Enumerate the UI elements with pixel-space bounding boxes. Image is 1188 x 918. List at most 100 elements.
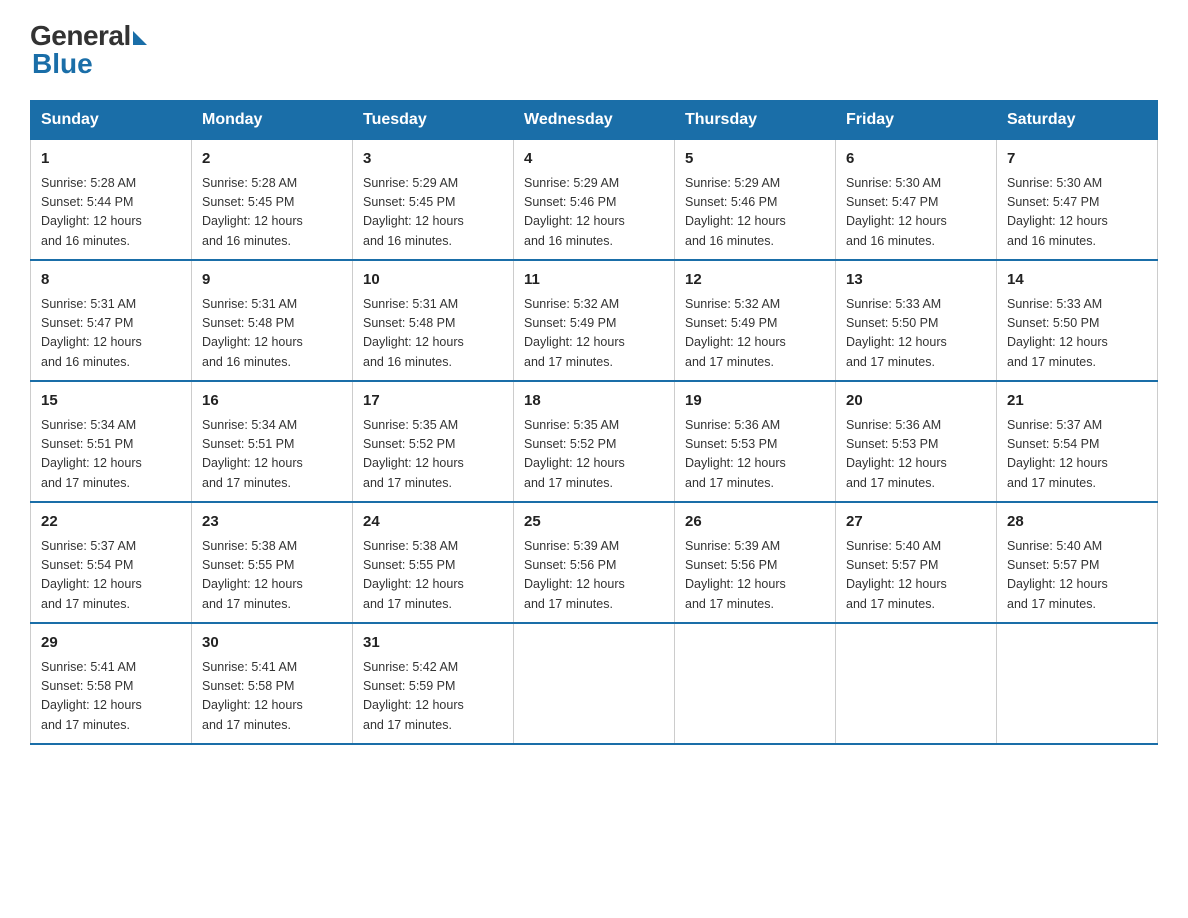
calendar-cell: 26 Sunrise: 5:39 AMSunset: 5:56 PMDayligh… [675,502,836,623]
day-info: Sunrise: 5:37 AMSunset: 5:54 PMDaylight:… [41,537,181,615]
day-number: 25 [524,511,664,534]
calendar-cell: 17Sunrise: 5:35 AMSunset: 5:52 PMDayligh… [353,381,514,502]
day-number: 9 [202,269,342,292]
logo: General Blue [30,20,147,80]
day-info: Sunrise: 5:29 AMSunset: 5:45 PMDaylight:… [363,174,503,252]
day-info: Sunrise: 5:40 AMSunset: 5:57 PMDaylight:… [846,537,986,615]
calendar-cell: 5Sunrise: 5:29 AMSunset: 5:46 PMDaylight… [675,140,836,261]
calendar-cell: 3 Sunrise: 5:29 AMSunset: 5:45 PMDaylight… [353,140,514,261]
page-header: General Blue [30,20,1158,80]
day-info: Sunrise: 5:34 AMSunset: 5:51 PMDaylight:… [41,416,181,494]
calendar-week-row: 15 Sunrise: 5:34 AMSunset: 5:51 PMDayligh… [31,381,1158,502]
calendar-cell: 14 Sunrise: 5:33 AMSunset: 5:50 PMDayligh… [997,260,1158,381]
calendar-cell: 11Sunrise: 5:32 AMSunset: 5:49 PMDayligh… [514,260,675,381]
calendar-week-row: 29 Sunrise: 5:41 AMSunset: 5:58 PMDayligh… [31,623,1158,744]
day-info: Sunrise: 5:36 AMSunset: 5:53 PMDaylight:… [846,416,986,494]
day-number: 10 [363,269,503,292]
calendar-week-row: 1 Sunrise: 5:28 AMSunset: 5:44 PMDaylight… [31,140,1158,261]
day-info: Sunrise: 5:36 AMSunset: 5:53 PMDaylight:… [685,416,825,494]
calendar-cell: 1 Sunrise: 5:28 AMSunset: 5:44 PMDaylight… [31,140,192,261]
day-info: Sunrise: 5:33 AMSunset: 5:50 PMDaylight:… [1007,295,1147,373]
day-info: Sunrise: 5:41 AMSunset: 5:58 PMDaylight:… [202,658,342,736]
day-info: Sunrise: 5:40 AMSunset: 5:57 PMDaylight:… [1007,537,1147,615]
calendar-cell: 19 Sunrise: 5:36 AMSunset: 5:53 PMDayligh… [675,381,836,502]
calendar-cell: 31Sunrise: 5:42 AMSunset: 5:59 PMDayligh… [353,623,514,744]
day-number: 19 [685,390,825,413]
calendar-cell: 9 Sunrise: 5:31 AMSunset: 5:48 PMDaylight… [192,260,353,381]
day-number: 22 [41,511,181,534]
calendar-cell: 21Sunrise: 5:37 AMSunset: 5:54 PMDayligh… [997,381,1158,502]
day-number: 13 [846,269,986,292]
day-info: Sunrise: 5:30 AMSunset: 5:47 PMDaylight:… [846,174,986,252]
calendar-cell [514,623,675,744]
day-number: 1 [41,148,181,171]
calendar-cell: 7Sunrise: 5:30 AMSunset: 5:47 PMDaylight… [997,140,1158,261]
day-number: 29 [41,632,181,655]
day-number: 24 [363,511,503,534]
day-number: 14 [1007,269,1147,292]
day-number: 12 [685,269,825,292]
calendar-cell: 29 Sunrise: 5:41 AMSunset: 5:58 PMDayligh… [31,623,192,744]
day-info: Sunrise: 5:31 AMSunset: 5:48 PMDaylight:… [363,295,503,373]
day-number: 16 [202,390,342,413]
calendar-cell [675,623,836,744]
weekday-header-wednesday: Wednesday [514,101,675,140]
calendar-cell: 30 Sunrise: 5:41 AMSunset: 5:58 PMDayligh… [192,623,353,744]
calendar-cell: 10 Sunrise: 5:31 AMSunset: 5:48 PMDayligh… [353,260,514,381]
calendar-cell: 12Sunrise: 5:32 AMSunset: 5:49 PMDayligh… [675,260,836,381]
calendar-cell: 13 Sunrise: 5:33 AMSunset: 5:50 PMDayligh… [836,260,997,381]
day-number: 20 [846,390,986,413]
day-number: 26 [685,511,825,534]
day-info: Sunrise: 5:41 AMSunset: 5:58 PMDaylight:… [41,658,181,736]
calendar-cell: 8 Sunrise: 5:31 AMSunset: 5:47 PMDaylight… [31,260,192,381]
calendar-cell: 20 Sunrise: 5:36 AMSunset: 5:53 PMDayligh… [836,381,997,502]
day-number: 2 [202,148,342,171]
day-number: 17 [363,390,503,413]
day-info: Sunrise: 5:37 AMSunset: 5:54 PMDaylight:… [1007,416,1147,494]
calendar-cell [836,623,997,744]
calendar-cell: 28 Sunrise: 5:40 AMSunset: 5:57 PMDayligh… [997,502,1158,623]
calendar-cell: 4 Sunrise: 5:29 AMSunset: 5:46 PMDaylight… [514,140,675,261]
day-info: Sunrise: 5:28 AMSunset: 5:45 PMDaylight:… [202,174,342,252]
day-info: Sunrise: 5:33 AMSunset: 5:50 PMDaylight:… [846,295,986,373]
calendar-cell: 16 Sunrise: 5:34 AMSunset: 5:51 PMDayligh… [192,381,353,502]
day-number: 28 [1007,511,1147,534]
day-info: Sunrise: 5:29 AMSunset: 5:46 PMDaylight:… [524,174,664,252]
day-number: 27 [846,511,986,534]
logo-blue-text: Blue [32,48,93,80]
day-number: 30 [202,632,342,655]
day-info: Sunrise: 5:39 AMSunset: 5:56 PMDaylight:… [524,537,664,615]
day-info: Sunrise: 5:39 AMSunset: 5:56 PMDaylight:… [685,537,825,615]
day-number: 23 [202,511,342,534]
weekday-header-row: SundayMondayTuesdayWednesdayThursdayFrid… [31,101,1158,140]
day-number: 15 [41,390,181,413]
calendar-cell: 18Sunrise: 5:35 AMSunset: 5:52 PMDayligh… [514,381,675,502]
calendar-cell: 24 Sunrise: 5:38 AMSunset: 5:55 PMDayligh… [353,502,514,623]
day-info: Sunrise: 5:38 AMSunset: 5:55 PMDaylight:… [363,537,503,615]
calendar-cell: 15 Sunrise: 5:34 AMSunset: 5:51 PMDayligh… [31,381,192,502]
weekday-header-friday: Friday [836,101,997,140]
weekday-header-saturday: Saturday [997,101,1158,140]
day-info: Sunrise: 5:31 AMSunset: 5:48 PMDaylight:… [202,295,342,373]
day-info: Sunrise: 5:31 AMSunset: 5:47 PMDaylight:… [41,295,181,373]
calendar-cell: 25 Sunrise: 5:39 AMSunset: 5:56 PMDayligh… [514,502,675,623]
day-number: 11 [524,269,664,292]
day-number: 7 [1007,148,1147,171]
day-number: 6 [846,148,986,171]
day-number: 4 [524,148,664,171]
day-info: Sunrise: 5:28 AMSunset: 5:44 PMDaylight:… [41,174,181,252]
calendar-cell [997,623,1158,744]
day-number: 5 [685,148,825,171]
calendar-week-row: 8 Sunrise: 5:31 AMSunset: 5:47 PMDaylight… [31,260,1158,381]
day-number: 31 [363,632,503,655]
weekday-header-sunday: Sunday [31,101,192,140]
day-number: 18 [524,390,664,413]
day-info: Sunrise: 5:34 AMSunset: 5:51 PMDaylight:… [202,416,342,494]
calendar-cell: 2 Sunrise: 5:28 AMSunset: 5:45 PMDaylight… [192,140,353,261]
calendar-cell: 22 Sunrise: 5:37 AMSunset: 5:54 PMDayligh… [31,502,192,623]
day-number: 3 [363,148,503,171]
calendar-cell: 23Sunrise: 5:38 AMSunset: 5:55 PMDayligh… [192,502,353,623]
day-number: 8 [41,269,181,292]
weekday-header-tuesday: Tuesday [353,101,514,140]
weekday-header-thursday: Thursday [675,101,836,140]
